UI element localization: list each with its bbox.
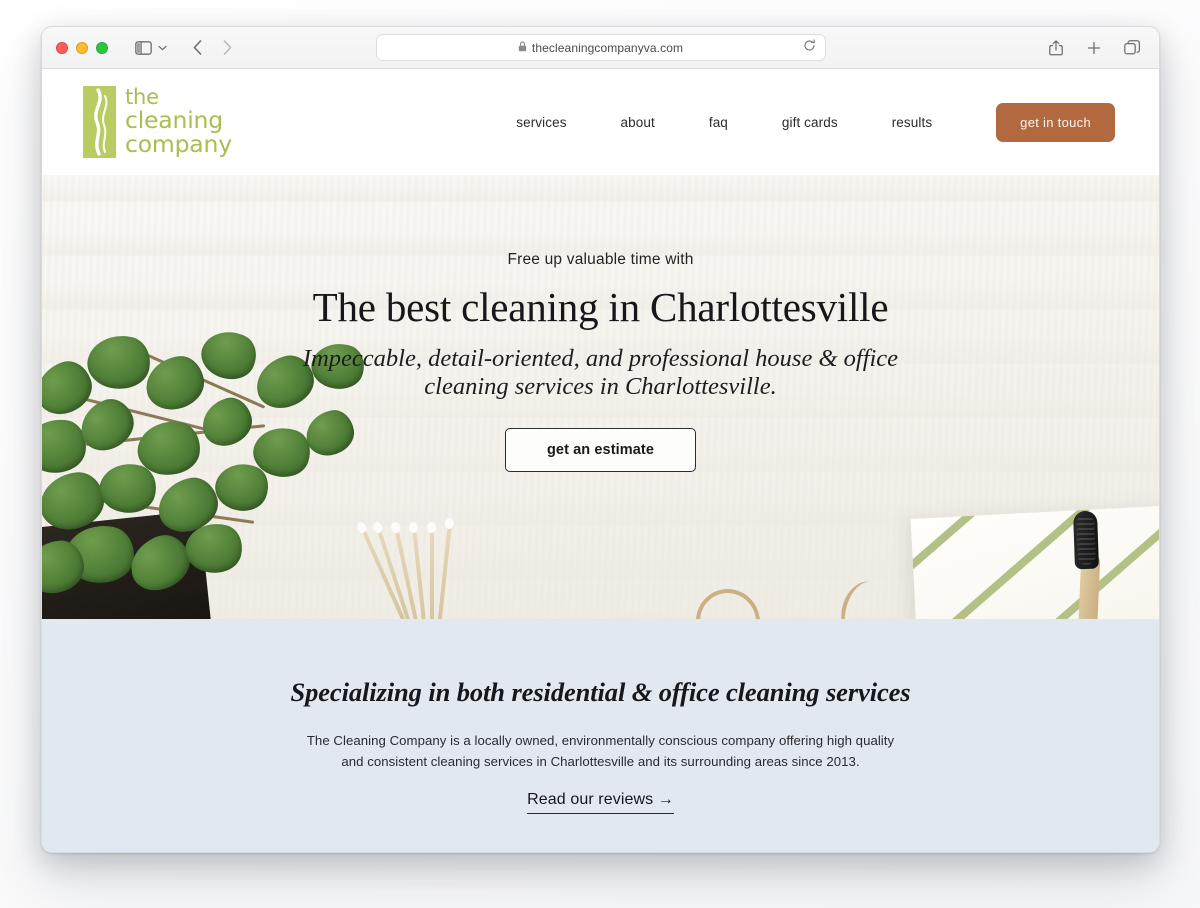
intro-title: Specializing in both residential & offic… xyxy=(290,677,911,707)
chevron-down-icon[interactable] xyxy=(154,35,170,61)
page-background: thecleaningcompanyva.com the cleaning co… xyxy=(0,0,1200,908)
hero-subtitle: Impeccable, detail-oriented, and profess… xyxy=(42,345,1159,401)
site-logo[interactable]: the cleaning company xyxy=(83,86,232,158)
reload-icon[interactable] xyxy=(803,38,816,57)
hero-image-spray-bottle xyxy=(864,573,1034,619)
hero-eyebrow: Free up valuable time with xyxy=(507,251,694,268)
share-icon[interactable] xyxy=(1043,35,1069,61)
logo-mark-icon xyxy=(83,86,116,158)
nav-item-gift-cards[interactable]: gift cards xyxy=(755,115,865,130)
maximize-window-button[interactable] xyxy=(96,41,108,54)
intro-section: Specializing in both residential & offic… xyxy=(42,619,1159,852)
hero-subtitle-line-2: cleaning services in Charlottesville. xyxy=(424,372,777,400)
browser-window: thecleaningcompanyva.com the cleaning co… xyxy=(41,26,1160,853)
forward-arrow-icon[interactable] xyxy=(214,35,240,61)
address-bar-field[interactable]: thecleaningcompanyva.com xyxy=(375,34,826,61)
nav-item-services[interactable]: services xyxy=(489,115,593,130)
intro-body: The Cleaning Company is a locally owned,… xyxy=(301,730,901,773)
read-our-reviews-link[interactable]: Read our reviews → xyxy=(527,791,674,814)
back-arrow-icon[interactable] xyxy=(184,35,210,61)
intro-body-line-2: consistent cleaning services in Charlott… xyxy=(367,754,860,770)
url-text: thecleaningcompanyva.com xyxy=(531,40,684,55)
sidebar-toggle-icon[interactable] xyxy=(130,35,156,61)
get-an-estimate-button[interactable]: get an estimate xyxy=(504,427,697,472)
nav-item-faq[interactable]: faq xyxy=(682,115,755,130)
hero-image-bamboo-toothbrush xyxy=(1056,505,1126,619)
site-header: the cleaning company services about faq … xyxy=(42,69,1159,175)
nav-item-about[interactable]: about xyxy=(594,115,682,130)
browser-toolbar: thecleaningcompanyva.com xyxy=(42,27,1159,69)
plus-icon[interactable] xyxy=(1081,35,1107,61)
hero-section: Free up valuable time with The best clea… xyxy=(42,175,1159,619)
minimize-window-button[interactable] xyxy=(76,41,88,54)
nav-item-results[interactable]: results xyxy=(865,115,959,130)
get-in-touch-button[interactable]: get in touch xyxy=(996,102,1115,142)
toolbar-nav-group xyxy=(108,35,240,61)
logo-wordmark: the cleaning company xyxy=(125,86,232,158)
toolbar-right-group xyxy=(1043,35,1145,61)
hero-image-cotton-swabs xyxy=(360,522,542,619)
traffic-lights xyxy=(56,41,108,54)
logo-line-3: company xyxy=(125,129,232,158)
close-window-button[interactable] xyxy=(56,41,68,54)
address-bar-content: thecleaningcompanyva.com xyxy=(518,39,683,57)
hero-title: The best cleaning in Charlottesville xyxy=(312,284,889,330)
main-navigation: services about faq gift cards results ge… xyxy=(489,102,1115,142)
tab-overview-icon[interactable] xyxy=(1119,35,1145,61)
address-bar[interactable]: thecleaningcompanyva.com xyxy=(375,34,826,61)
website-viewport: the cleaning company services about faq … xyxy=(42,69,1159,852)
lock-icon xyxy=(518,39,527,57)
hero-subtitle-line-1: Impeccable, detail-oriented, and profess… xyxy=(302,345,899,372)
hero-copy: Free up valuable time with The best clea… xyxy=(42,175,1159,472)
